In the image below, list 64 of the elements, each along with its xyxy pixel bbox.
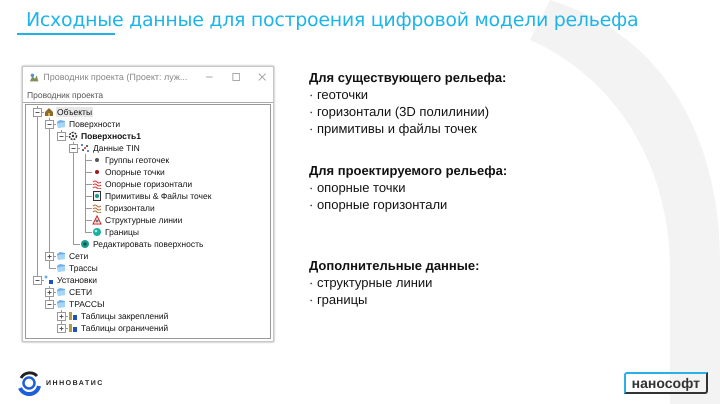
expander-icon[interactable] — [45, 288, 54, 297]
expander-icon[interactable] — [45, 120, 54, 129]
tree-item[interactable]: Примитивы & Файлы точек — [104, 191, 212, 201]
tree-item[interactable]: Структурные линии — [104, 215, 184, 225]
tree-item[interactable]: Опорные точки — [104, 167, 166, 177]
section-heading: Дополнительные данные: — [309, 257, 480, 274]
network-icon — [44, 275, 54, 285]
panel-label: Проводник проекта — [23, 87, 273, 103]
folder-icon — [56, 119, 66, 129]
tree-item[interactable]: ТРАССЫ — [68, 299, 106, 309]
wave-icon — [92, 203, 102, 213]
tree-item[interactable]: Редактировать поверхность — [92, 239, 204, 249]
tree-item[interactable]: Горизонтали — [104, 203, 156, 213]
dot-icon — [92, 155, 102, 165]
expander-icon[interactable] — [33, 108, 42, 117]
tree-item[interactable]: Группы геоточек — [104, 155, 170, 165]
close-icon[interactable] — [258, 72, 267, 82]
triangle-icon — [92, 215, 102, 225]
bullet-item: · границы — [309, 291, 368, 308]
house-icon — [44, 107, 54, 117]
tree-item[interactable]: Границы — [104, 227, 140, 237]
tree-item[interactable]: Трассы — [68, 263, 99, 273]
document-icon — [92, 191, 102, 201]
tree-item[interactable]: Таблицы закреплений — [80, 311, 170, 321]
folder-icon — [56, 287, 66, 297]
bullet-item: · геоточки — [309, 86, 370, 103]
expander-icon[interactable] — [45, 300, 54, 309]
section-heading: Для проектируемого рельефа: — [309, 162, 508, 179]
maximize-icon[interactable] — [232, 72, 240, 82]
scatter-icon — [80, 143, 90, 153]
expander-icon[interactable] — [33, 276, 42, 285]
logo-text: нанософт — [624, 372, 708, 394]
slide-title: Исходные данные для построения цифровой модели рельефа — [26, 8, 640, 32]
bullet-item: · опорные горизонтали — [309, 196, 448, 213]
folder-icon — [56, 263, 66, 273]
tree-item[interactable]: Опорные горизонтали — [104, 179, 194, 189]
wave-icon — [92, 179, 102, 189]
bullet-item: · структурные линии — [309, 274, 434, 291]
expander-icon[interactable] — [57, 324, 66, 333]
logo-icon — [16, 370, 42, 396]
folder-icon — [56, 299, 66, 309]
bullet-item: · опорные точки — [309, 179, 407, 196]
tree-item[interactable]: СЕТИ — [68, 287, 94, 297]
tree-item[interactable]: Данные TIN — [92, 143, 141, 153]
tree-item[interactable]: Сети — [68, 251, 90, 261]
ball-icon — [92, 227, 102, 237]
bullet-item: · примитивы и файлы точек — [309, 120, 478, 137]
window-title: Проводник проекта (Проект: луж... — [43, 72, 188, 82]
expander-icon[interactable] — [69, 144, 78, 153]
bullet-item: · горизонтали (3D полилинии) — [309, 103, 490, 120]
expander-icon[interactable] — [45, 252, 54, 261]
tree-item[interactable]: Поверхность1 — [80, 131, 142, 141]
tree-item[interactable]: Установки — [56, 275, 98, 285]
expander-icon[interactable] — [57, 312, 66, 321]
folder-icon — [56, 251, 66, 261]
section-heading: Для существующего рельефа: — [309, 69, 508, 86]
tree-item[interactable]: Таблицы ограничений — [80, 323, 170, 333]
app-icon — [29, 72, 40, 82]
tree-item[interactable]: Поверхности — [68, 119, 122, 129]
expander-icon[interactable] — [57, 132, 66, 141]
table-icon — [68, 323, 78, 333]
dot-icon — [92, 167, 102, 177]
table-icon — [68, 311, 78, 321]
tree-item[interactable]: Объекты — [56, 107, 94, 117]
